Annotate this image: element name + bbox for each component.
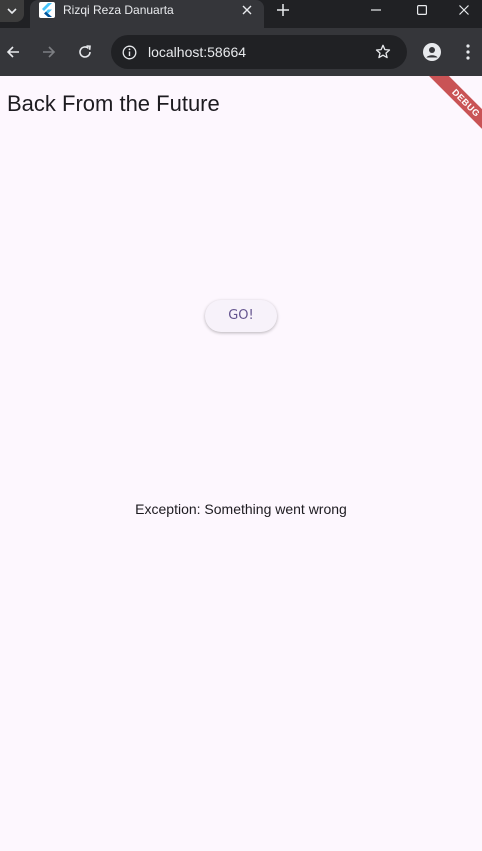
close-icon bbox=[242, 5, 252, 15]
plus-icon bbox=[277, 4, 289, 16]
tab-title: Rizqi Reza Danuarta bbox=[63, 3, 174, 17]
forward-button[interactable] bbox=[37, 40, 61, 64]
browser-menu-button[interactable] bbox=[458, 40, 478, 64]
profile-button[interactable] bbox=[420, 40, 444, 64]
forward-arrow-icon bbox=[43, 46, 56, 58]
app-page: Back From the Future DEBUG GO! Exception… bbox=[0, 76, 482, 851]
active-tab[interactable]: Rizqi Reza Danuarta bbox=[30, 0, 264, 28]
flutter-favicon-icon bbox=[39, 2, 55, 18]
tab-close-button[interactable] bbox=[238, 1, 256, 19]
browser-tabstrip: Rizqi Reza Danuarta bbox=[0, 0, 482, 28]
bookmark-button[interactable] bbox=[373, 42, 393, 62]
go-button[interactable]: GO! bbox=[205, 300, 277, 332]
debug-banner: DEBUG bbox=[425, 76, 482, 144]
maximize-icon bbox=[417, 5, 427, 15]
page-title: Back From the Future bbox=[7, 91, 220, 116]
window-close-button[interactable] bbox=[445, 0, 482, 20]
tab-search-button[interactable] bbox=[0, 0, 24, 22]
window-close-icon bbox=[458, 5, 469, 15]
profile-icon bbox=[423, 43, 441, 61]
back-button[interactable] bbox=[1, 40, 25, 64]
reload-button[interactable] bbox=[73, 40, 97, 64]
back-arrow-icon bbox=[6, 46, 19, 58]
minimize-button[interactable] bbox=[353, 0, 399, 20]
tab-search-icon bbox=[7, 8, 17, 14]
site-info-button[interactable] bbox=[120, 43, 138, 61]
site-info-icon bbox=[122, 45, 136, 59]
result-text: Exception: Something went wrong bbox=[135, 501, 347, 517]
new-tab-button[interactable] bbox=[272, 0, 294, 20]
star-icon bbox=[375, 44, 391, 59]
address-bar[interactable]: localhost:58664 bbox=[111, 35, 407, 69]
browser-toolbar: localhost:58664 bbox=[0, 28, 482, 76]
minimize-icon bbox=[371, 9, 381, 11]
reload-icon bbox=[79, 45, 91, 58]
kebab-menu-icon bbox=[466, 44, 470, 60]
url-text[interactable]: localhost:58664 bbox=[148, 44, 246, 60]
maximize-button[interactable] bbox=[399, 0, 445, 20]
